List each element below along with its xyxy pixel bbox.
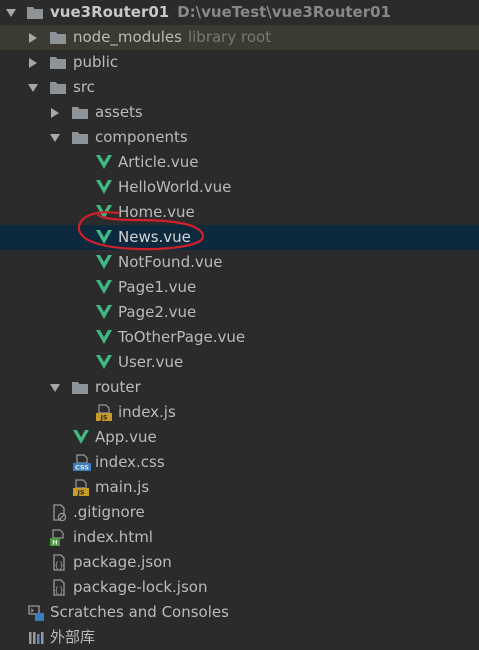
tree-row-assets[interactable]: assets [0, 100, 479, 125]
public-label: public [73, 53, 119, 71]
expand-arrow-down-icon[interactable] [50, 134, 60, 142]
generic-file-icon: {} [53, 579, 65, 596]
file-label: .gitignore [73, 503, 145, 521]
expand-arrow-down-icon[interactable] [28, 84, 38, 92]
folder-icon [50, 57, 66, 69]
vue-file-icon [96, 155, 112, 169]
generic-file-icon: {} [53, 554, 65, 571]
svg-text:{}: {} [54, 586, 64, 595]
tree-row-scratches[interactable]: Scratches and Consoles [0, 600, 479, 625]
node-modules-label: node_modules library root [73, 25, 271, 50]
file-label: User.vue [118, 353, 184, 371]
assets-label: assets [95, 103, 143, 121]
svg-text:JS: JS [99, 414, 107, 422]
tree-row-router-index-js[interactable]: JS index.js [0, 400, 479, 425]
file-label: index.html [73, 528, 153, 546]
src-label: src [73, 78, 95, 96]
node-modules-text: node_modules [73, 28, 182, 46]
tree-row-src[interactable]: src [0, 75, 479, 100]
vue-file-icon [73, 430, 89, 444]
expand-arrow-down-icon[interactable] [6, 9, 16, 17]
svg-text:{}: {} [54, 561, 64, 570]
tree-row-main-js[interactable]: JS main.js [0, 475, 479, 500]
file-label: main.js [95, 478, 150, 496]
components-label: components [95, 128, 188, 146]
scratches-label: Scratches and Consoles [50, 603, 229, 621]
tree-row-package-lock-json[interactable]: {} package-lock.json [0, 575, 479, 600]
tree-row-article-vue[interactable]: Article.vue [0, 150, 479, 175]
expand-arrow-down-icon[interactable] [50, 384, 60, 392]
tree-row-package-json[interactable]: {} package.json [0, 550, 479, 575]
router-label: router [95, 378, 141, 396]
folder-icon [72, 132, 88, 144]
file-label: Page1.vue [118, 278, 197, 296]
vue-file-icon [96, 180, 112, 194]
folder-icon [27, 7, 43, 19]
generic-file-icon [53, 504, 67, 522]
tree-row-home-vue[interactable]: Home.vue [0, 200, 479, 225]
tree-row-gitignore[interactable]: .gitignore [0, 500, 479, 525]
external-libraries-label: 外部库 [50, 628, 96, 646]
tree-row-node-modules[interactable]: node_modules library root [0, 25, 479, 50]
vue-file-icon [96, 255, 112, 269]
tree-row-page1-vue[interactable]: Page1.vue [0, 275, 479, 300]
expand-arrow-right-icon[interactable] [29, 58, 37, 68]
vue-file-icon [96, 230, 112, 244]
svg-text:CSS: CSS [75, 464, 89, 472]
project-path: D:\vueTest\vue3Router01 [177, 3, 391, 21]
expand-arrow-right-icon[interactable] [29, 33, 37, 43]
css-file-icon: CSS [73, 454, 91, 472]
project-name-text: vue3Router01 [50, 3, 170, 21]
folder-icon [72, 382, 88, 394]
tree-row-components[interactable]: components [0, 125, 479, 150]
js-file-icon: JS [96, 404, 112, 422]
file-label: index.js [118, 403, 176, 421]
js-file-icon: JS [73, 479, 89, 497]
tree-row-index-html[interactable]: H index.html [0, 525, 479, 550]
file-label: package-lock.json [73, 578, 208, 596]
file-label: App.vue [95, 428, 157, 446]
scratches-icon [28, 605, 44, 621]
vue-file-icon [96, 280, 112, 294]
vue-file-icon [96, 305, 112, 319]
tree-row-public[interactable]: public [0, 50, 479, 75]
tree-row-external-libraries[interactable]: 外部库 [0, 625, 479, 650]
file-label: Home.vue [118, 203, 195, 221]
expand-arrow-right-icon[interactable] [51, 108, 59, 118]
library-root-hint: library root [187, 28, 272, 46]
svg-text:JS: JS [76, 489, 84, 497]
vue-file-icon [96, 355, 112, 369]
tree-row-page2-vue[interactable]: Page2.vue [0, 300, 479, 325]
tree-row-router[interactable]: router [0, 375, 479, 400]
tree-row-news-vue[interactable]: News.vue [0, 225, 479, 250]
file-label: ToOtherPage.vue [118, 328, 246, 346]
folder-icon [72, 107, 88, 119]
project-tree: vue3Router01 D:\vueTest\vue3Router01 node… [0, 0, 479, 650]
file-label: package.json [73, 553, 172, 571]
tree-row-project-root[interactable]: vue3Router01 D:\vueTest\vue3Router01 [0, 0, 479, 25]
file-label: Page2.vue [118, 303, 197, 321]
tree-row-user-vue[interactable]: User.vue [0, 350, 479, 375]
tree-row-notfound-vue[interactable]: NotFound.vue [0, 250, 479, 275]
tree-row-index-css[interactable]: CSS index.css [0, 450, 479, 475]
vue-file-icon [96, 205, 112, 219]
file-label: HelloWorld.vue [118, 178, 232, 196]
folder-icon [50, 82, 66, 94]
tree-row-app-vue[interactable]: App.vue [0, 425, 479, 450]
project-name: vue3Router01 D:\vueTest\vue3Router01 [50, 0, 391, 25]
file-label: Article.vue [118, 153, 199, 171]
html-file-icon: H [50, 529, 64, 547]
tree-row-helloworld-vue[interactable]: HelloWorld.vue [0, 175, 479, 200]
vue-file-icon [96, 330, 112, 344]
tree-row-tootherpage-vue[interactable]: ToOtherPage.vue [0, 325, 479, 350]
svg-text:H: H [52, 539, 57, 547]
file-label: index.css [95, 453, 165, 471]
folder-icon [50, 32, 66, 44]
file-label: NotFound.vue [118, 253, 223, 271]
file-label: News.vue [118, 228, 191, 246]
library-icon [29, 632, 44, 644]
